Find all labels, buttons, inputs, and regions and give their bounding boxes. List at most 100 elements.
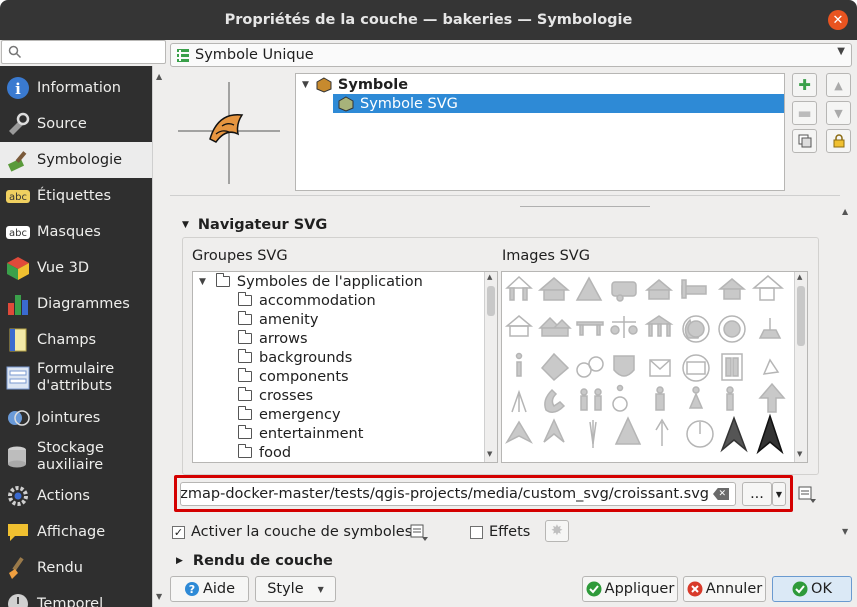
browse-label: ... — [750, 486, 764, 502]
svg-group-item[interactable]: backgrounds — [238, 348, 352, 367]
folder-icon — [215, 273, 230, 287]
folder-icon — [238, 425, 252, 439]
sidebar-item-symbology[interactable]: Symbologie — [0, 142, 152, 178]
cancel-button[interactable]: Annuler — [683, 576, 766, 602]
sidebar-item-label: Temporel — [37, 596, 104, 607]
sidebar-scrollbar[interactable]: ▲ ▼ — [152, 66, 166, 607]
remove-symbol-layer-button[interactable]: ▬ — [792, 101, 817, 125]
tree-item-svg-symbol[interactable]: Symbole SVG — [333, 94, 784, 113]
svg-path-input[interactable]: ap/lizmap-docker-master/tests/qgis-proje… — [180, 482, 736, 506]
svg-group-item[interactable]: food — [238, 443, 291, 462]
effects-checkbox[interactable]: Effets — [470, 524, 530, 540]
group-label: food — [259, 444, 292, 461]
shelter-rain-icon — [504, 315, 534, 337]
sidebar-item-labels[interactable]: abc Étiquettes — [0, 178, 152, 214]
scroll-up-icon[interactable]: ▲ — [156, 72, 162, 81]
renderer-select[interactable]: Symbole Unique ▼ — [170, 43, 852, 67]
symbol-preview — [178, 82, 280, 184]
check-icon — [586, 581, 602, 597]
sidebar-item-diagrams[interactable]: Diagrammes — [0, 286, 152, 322]
cancel-label: Annuler — [705, 581, 763, 597]
wc-male-icon — [655, 386, 665, 411]
help-button[interactable]: ? Aide — [170, 576, 249, 602]
effects-settings-button[interactable]: ✸ — [545, 520, 569, 542]
clear-icon[interactable]: ✕ — [713, 488, 729, 500]
sidebar-item-masks[interactable]: abc Masques — [0, 214, 152, 250]
group-label: Symboles de l'application — [236, 273, 423, 290]
effects-label: Effets — [489, 524, 531, 540]
splitter-handle[interactable] — [520, 206, 650, 210]
svg-text:abc: abc — [9, 192, 27, 203]
groups-scrollbar[interactable]: ▲ ▼ — [484, 272, 497, 462]
title-bar: Propriétés de la couche — bakeries — Sym… — [0, 0, 857, 40]
separator — [170, 195, 840, 196]
browse-menu-button[interactable]: ▼ — [772, 482, 786, 506]
symbol-icon — [316, 76, 332, 93]
images-scrollbar[interactable]: ▲ ▼ — [794, 272, 807, 462]
expand-arrow-icon[interactable]: ▼ — [302, 80, 309, 90]
add-symbol-layer-button[interactable]: ✚ — [792, 73, 817, 97]
checkbox-checked-icon: ✓ — [172, 525, 185, 539]
sidebar-item-label: Rendu — [37, 560, 83, 576]
bench-icon — [576, 321, 604, 336]
sidebar-item-attribute-form[interactable]: Formulaire d'attributs — [0, 358, 152, 398]
svg-browser-header[interactable]: ▼ Navigateur SVG — [182, 217, 327, 233]
style-button[interactable]: Style ▼ — [255, 576, 336, 602]
diamond-icon — [540, 352, 570, 382]
lock-button[interactable] — [826, 129, 851, 153]
tree-item-symbol[interactable]: ▼ Symbole — [296, 75, 784, 94]
sidebar-item-temporal[interactable]: Temporel — [0, 586, 152, 607]
enable-symbol-layer-checkbox[interactable]: ✓ Activer la couche de symboles — [172, 524, 412, 540]
symbol-layer-tree: ▼ Symbole Symbole SVG — [295, 73, 785, 191]
svg-group-item[interactable]: accommodation — [238, 291, 376, 310]
enable-data-defined-icon[interactable] — [409, 522, 429, 546]
svg-group-item[interactable]: entertainment — [238, 424, 363, 443]
folder-icon — [238, 330, 252, 344]
croissant-icon — [209, 113, 244, 143]
sidebar-item-joins[interactable]: Jointures — [0, 400, 152, 436]
layer-rendering-header[interactable]: ▶ Rendu de couche — [176, 553, 333, 569]
sidebar-item-information[interactable]: i Information — [0, 70, 152, 106]
svg-images-label: Images SVG — [502, 248, 590, 264]
database-icon — [3, 442, 33, 472]
enable-symbol-layer-label: Activer la couche de symboles — [191, 524, 413, 540]
sidebar-item-display[interactable]: Affichage — [0, 514, 152, 550]
data-defined-override-icon[interactable] — [797, 484, 817, 508]
sidebar-item-rendering[interactable]: Rendu — [0, 550, 152, 586]
sidebar-item-auxiliary-storage[interactable]: Stockage auxiliaire — [0, 436, 152, 478]
tree-item-app-symbols[interactable]: ▼ Symboles de l'application — [199, 272, 423, 291]
ok-button[interactable]: OK — [772, 576, 852, 602]
court-icon — [610, 316, 638, 338]
sidebar-item-label: Stockage auxiliaire — [37, 440, 104, 473]
svg-group-item[interactable]: arrows — [238, 329, 308, 348]
toilets-icon — [580, 388, 602, 411]
north-arrow-3-icon — [589, 420, 597, 448]
mail-circle-icon — [682, 354, 710, 382]
sidebar-item-fields[interactable]: Champs — [0, 322, 152, 358]
north-arrow-2-icon — [543, 418, 565, 443]
apply-label: Appliquer — [604, 581, 675, 597]
move-up-button[interactable]: ▲ — [826, 73, 851, 97]
move-down-button[interactable]: ▼ — [826, 101, 851, 125]
search-input[interactable] — [1, 40, 166, 64]
folder-icon — [238, 368, 252, 382]
svg-groups-tree: ▼ Symboles de l'application accommodatio… — [192, 271, 498, 463]
panel-scrollbar[interactable]: ▲ ▼ — [840, 203, 853, 543]
scroll-down-icon[interactable]: ▼ — [156, 592, 162, 601]
browse-button[interactable]: ... — [742, 482, 772, 506]
svg-group-item[interactable]: components — [238, 367, 349, 386]
style-label: Style — [267, 581, 304, 597]
duplicate-button[interactable] — [792, 129, 817, 153]
brush-icon — [3, 553, 33, 583]
apply-button[interactable]: Appliquer — [582, 576, 678, 602]
close-button[interactable]: ✕ — [828, 10, 848, 30]
svg-group-item[interactable]: emergency — [238, 405, 341, 424]
svg-group-item[interactable]: crosses — [238, 386, 313, 405]
clock-icon — [3, 589, 33, 607]
sidebar-item-actions[interactable]: Actions — [0, 478, 152, 514]
telephone-icon — [544, 388, 566, 413]
svg-group-item[interactable]: amenity — [238, 310, 318, 329]
sidebar-item-3d-view[interactable]: Vue 3D — [0, 250, 152, 286]
sidebar-item-label: Information — [37, 80, 121, 96]
sidebar-item-source[interactable]: Source — [0, 106, 152, 142]
